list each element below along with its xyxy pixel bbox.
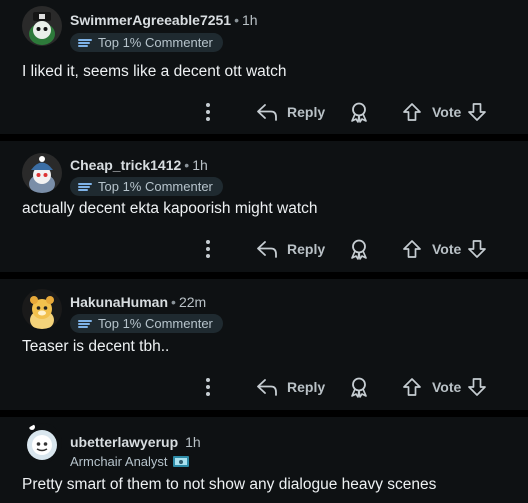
more-icon [206, 378, 210, 396]
author-line: HakunaHuman • 22m [70, 294, 206, 310]
award-button[interactable] [348, 375, 370, 399]
reply-icon [257, 104, 277, 121]
commenter-badge[interactable]: Top 1% Commenter [70, 177, 223, 196]
comment: Cheap_trick1412 • 1h Top 1% Commenter actu… [0, 141, 528, 272]
reply-label: Reply [287, 104, 326, 120]
vote-control: Vote [402, 100, 487, 124]
reply-button[interactable]: Reply [256, 375, 325, 399]
reply-icon [257, 241, 277, 258]
upvote-icon[interactable] [402, 239, 422, 259]
comment-feed: SwimmerAgreeable7251 • 1h Top 1% Commenter… [0, 0, 528, 503]
reply-icon [257, 379, 277, 396]
author-name[interactable]: Cheap_trick1412 [70, 157, 181, 173]
separator-dot: • [171, 294, 176, 310]
author-name[interactable]: ubetterlawyerup [70, 434, 178, 450]
more-options-button[interactable] [204, 237, 212, 261]
badge-label: Top 1% Commenter [98, 316, 213, 331]
downvote-icon[interactable] [467, 377, 487, 397]
upvote-icon[interactable] [402, 102, 422, 122]
comment-actions: Reply Vote [0, 100, 528, 124]
timestamp: 1h [185, 434, 201, 450]
commenter-badge-icon [78, 319, 92, 328]
timestamp: 1h [242, 12, 258, 28]
divider [0, 134, 528, 141]
reply-button[interactable]: Reply [256, 100, 325, 124]
avatar[interactable] [22, 6, 62, 46]
vote-label: Vote [432, 104, 462, 120]
reply-label: Reply [287, 241, 326, 257]
avatar[interactable] [22, 423, 62, 463]
divider [0, 272, 528, 279]
vote-control: Vote [402, 237, 487, 261]
badge-label: Top 1% Commenter [98, 179, 213, 194]
author-name[interactable]: SwimmerAgreeable7251 [70, 12, 231, 28]
comment: HakunaHuman • 22m Top 1% Commenter Teaser … [0, 279, 528, 410]
author-line: Cheap_trick1412 • 1h [70, 157, 208, 173]
more-options-button[interactable] [204, 375, 212, 399]
divider [0, 410, 528, 417]
upvote-icon[interactable] [402, 377, 422, 397]
badge-label: Top 1% Commenter [98, 35, 213, 50]
comment-actions: Reply Vote [0, 237, 528, 261]
award-icon [351, 239, 367, 260]
vote-label: Vote [432, 241, 462, 257]
timestamp: 1h [192, 157, 208, 173]
reply-label: Reply [287, 379, 326, 395]
award-button[interactable] [348, 100, 370, 124]
more-options-button[interactable] [204, 100, 212, 124]
comment: ubetterlawyerup 1h Armchair Analyst Prett… [0, 417, 528, 503]
comment-text: Teaser is decent tbh.. [22, 338, 170, 355]
avatar[interactable] [22, 289, 62, 329]
commenter-badge-icon [78, 38, 92, 47]
more-icon [206, 103, 210, 121]
commenter-badge[interactable]: Top 1% Commenter [70, 33, 223, 52]
downvote-icon[interactable] [467, 102, 487, 122]
commenter-badge[interactable]: Top 1% Commenter [70, 314, 223, 333]
vote-control: Vote [402, 375, 487, 399]
flair-emoji-icon [172, 455, 189, 467]
comment-text: Pretty smart of them to not show any dia… [22, 476, 437, 493]
separator-dot: • [184, 157, 190, 173]
author-line: SwimmerAgreeable7251 • 1h [70, 12, 258, 28]
author-name[interactable]: HakunaHuman [70, 294, 168, 310]
avatar[interactable] [22, 153, 62, 193]
reply-button[interactable]: Reply [256, 237, 325, 261]
downvote-icon[interactable] [467, 239, 487, 259]
award-icon [351, 102, 367, 123]
comment-text: I liked it, seems like a decent ott watc… [22, 63, 287, 80]
comment-actions: Reply Vote [0, 375, 528, 399]
comment: SwimmerAgreeable7251 • 1h Top 1% Commenter… [0, 0, 528, 134]
separator-dot: • [234, 12, 239, 28]
vote-label: Vote [432, 379, 462, 395]
flair-label: Armchair Analyst [70, 454, 168, 469]
award-icon [351, 377, 367, 398]
timestamp: 22m [178, 294, 207, 310]
commenter-badge-icon [78, 182, 92, 191]
award-button[interactable] [348, 237, 370, 261]
comment-text: actually decent ekta kapoorish might wat… [22, 200, 318, 217]
author-line: ubetterlawyerup 1h [70, 434, 201, 450]
more-icon [206, 240, 210, 258]
user-flair: Armchair Analyst [70, 452, 190, 471]
